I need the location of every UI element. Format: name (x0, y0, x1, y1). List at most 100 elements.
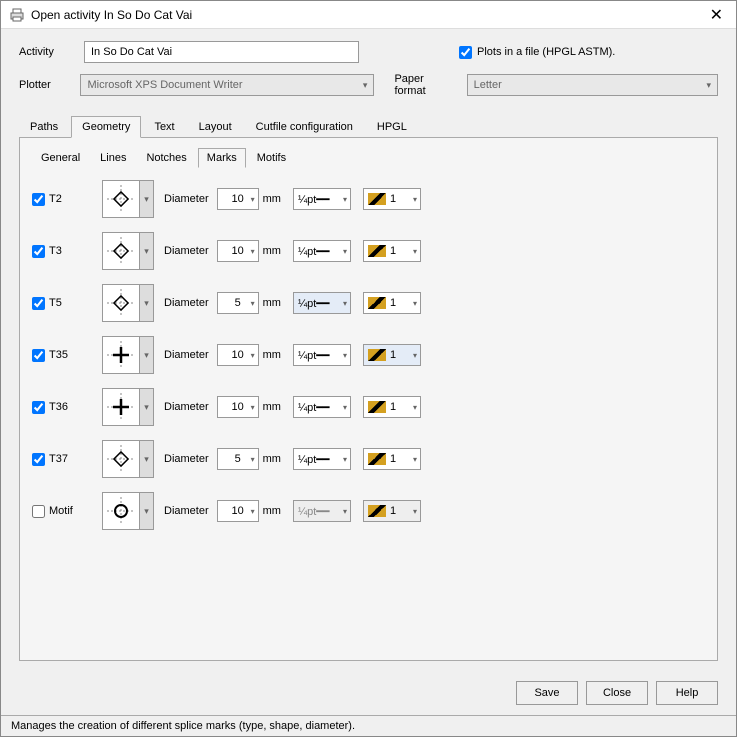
chevron-down-icon: ▾ (343, 403, 347, 412)
diameter-field[interactable]: 5▾ (217, 448, 259, 470)
mark-shape-dropdown[interactable]: ▾ (140, 284, 154, 322)
diameter-field[interactable]: 10 ▾ (217, 396, 259, 418)
line-weight-field[interactable]: ¼pt━━▾ (293, 344, 351, 366)
color-swatch-field: 1▾ (363, 500, 421, 522)
swatch-value: 1 (390, 297, 396, 309)
mark-name-label: T2 (49, 193, 62, 205)
line-weight-field[interactable]: ¼pt━━▾ (293, 240, 351, 262)
mark-checkbox-t5[interactable]: T5 (32, 297, 102, 310)
subtab-lines[interactable]: Lines (91, 148, 135, 168)
diameter-label: Diameter (164, 453, 209, 465)
sub-tabs: GeneralLinesNotchesMarksMotifs (32, 148, 705, 168)
diameter-value: 10 (232, 401, 244, 413)
mark-checkbox-input[interactable] (32, 401, 45, 414)
subtab-marks[interactable]: Marks (198, 148, 246, 168)
chevron-down-icon: ▾ (413, 247, 417, 256)
diameter-value: 10 (232, 193, 244, 205)
main-tabs: PathsGeometryTextLayoutCutfile configura… (1, 115, 736, 137)
mark-checkbox-input[interactable] (32, 245, 45, 258)
subtab-notches[interactable]: Notches (137, 148, 195, 168)
mark-checkbox-input[interactable] (32, 297, 45, 310)
activity-input[interactable] (84, 41, 359, 63)
window-title: Open activity In So Do Cat Vai (31, 8, 705, 22)
unit-label: mm (263, 297, 281, 309)
mark-checkbox-t3[interactable]: T3 (32, 245, 102, 258)
mark-checkbox-input[interactable] (32, 349, 45, 362)
color-swatch-icon (368, 453, 386, 465)
mark-name-label: T5 (49, 297, 62, 309)
line-weight-field[interactable]: ¼pt━━▾ (293, 292, 351, 314)
mark-name-label: T36 (49, 401, 68, 413)
color-swatch-field[interactable]: 1▾ (363, 448, 421, 470)
tab-layout[interactable]: Layout (188, 116, 243, 138)
mark-checkbox-t35[interactable]: T35 (32, 349, 102, 362)
mark-shape-dropdown[interactable]: ▾ (140, 336, 154, 374)
tab-geometry[interactable]: Geometry (71, 116, 141, 138)
mark-shape-dropdown[interactable]: ▾ (140, 492, 154, 530)
line-weight-field[interactable]: ¼pt━━▾ (293, 188, 351, 210)
mark-shape-preview (102, 180, 140, 218)
color-swatch-field[interactable]: 1▾ (363, 396, 421, 418)
color-swatch-field[interactable]: 1▾ (363, 344, 421, 366)
color-swatch-icon (368, 349, 386, 361)
mark-shape-preview (102, 336, 140, 374)
chevron-down-icon: ▾ (251, 403, 255, 412)
mark-checkbox-t37[interactable]: T37 (32, 453, 102, 466)
mark-shape-dropdown[interactable]: ▾ (140, 440, 154, 478)
tab-cutfile-configuration[interactable]: Cutfile configuration (245, 116, 364, 138)
close-icon[interactable]: ✕ (705, 5, 728, 25)
mark-checkbox-t2[interactable]: T2 (32, 193, 102, 206)
plotter-label: Plotter (19, 79, 80, 91)
subtab-general[interactable]: General (32, 148, 89, 168)
diameter-label: Diameter (164, 349, 209, 361)
save-button[interactable]: Save (516, 681, 578, 705)
mark-checkbox-input[interactable] (32, 453, 45, 466)
diameter-field[interactable]: 10▾ (217, 240, 259, 262)
chevron-down-icon: ▾ (706, 80, 711, 91)
paper-format-value: Letter (474, 79, 502, 91)
mark-name-label: T35 (49, 349, 68, 361)
mark-checkbox-input[interactable] (32, 505, 45, 518)
mark-checkbox-motif[interactable]: Motif (32, 505, 102, 518)
tab-text[interactable]: Text (143, 116, 185, 138)
subtab-motifs[interactable]: Motifs (248, 148, 295, 168)
color-swatch-field[interactable]: 1▾ (363, 240, 421, 262)
mark-row-t36: T36▾Diameter10▾mm¼pt━━▾1▾ (32, 388, 705, 426)
diameter-value: 10 (232, 245, 244, 257)
mark-shape-dropdown[interactable]: ▾ (140, 232, 154, 270)
color-swatch-field[interactable]: 1▾ (363, 292, 421, 314)
mark-checkbox-input[interactable] (32, 193, 45, 206)
mark-shape-dropdown[interactable]: ▾ (140, 388, 154, 426)
line-weight-field[interactable]: ¼pt━━▾ (293, 448, 351, 470)
swatch-value: 1 (390, 349, 396, 361)
plotter-combo[interactable]: Microsoft XPS Document Writer ▾ (80, 74, 374, 96)
mark-shape-preview (102, 492, 140, 530)
unit-label: mm (263, 505, 281, 517)
mark-shape-dropdown[interactable]: ▾ (140, 180, 154, 218)
titlebar: Open activity In So Do Cat Vai ✕ (1, 1, 736, 29)
close-button[interactable]: Close (586, 681, 648, 705)
chevron-down-icon: ▾ (343, 507, 347, 516)
color-swatch-field[interactable]: 1▾ (363, 188, 421, 210)
paper-format-combo[interactable]: Letter ▾ (467, 74, 718, 96)
mark-checkbox-t36[interactable]: T36 (32, 401, 102, 414)
tab-paths[interactable]: Paths (19, 116, 69, 138)
color-swatch-icon (368, 401, 386, 413)
diameter-field[interactable]: 5▾ (217, 292, 259, 314)
tab-hpgl[interactable]: HPGL (366, 116, 418, 138)
color-swatch-icon (368, 245, 386, 257)
diameter-value: 5 (235, 453, 241, 465)
diameter-field[interactable]: 10▾ (217, 188, 259, 210)
plots-in-file-checkbox[interactable]: Plots in a file (HPGL ASTM). (459, 46, 615, 59)
diameter-field[interactable]: 10▾ (217, 344, 259, 366)
line-weight-value: ¼pt━━ (298, 297, 330, 310)
diameter-label: Diameter (164, 193, 209, 205)
line-weight-field[interactable]: ¼pt━━▾ (293, 396, 351, 418)
mark-row-t3: T3▾Diameter10▾mm¼pt━━▾1▾ (32, 232, 705, 270)
chevron-down-icon: ▾ (413, 403, 417, 412)
chevron-down-icon: ▾ (343, 351, 347, 360)
diameter-field[interactable]: 10▾ (217, 500, 259, 522)
help-button[interactable]: Help (656, 681, 718, 705)
plots-checkbox-input[interactable] (459, 46, 472, 59)
swatch-value: 1 (390, 505, 396, 517)
